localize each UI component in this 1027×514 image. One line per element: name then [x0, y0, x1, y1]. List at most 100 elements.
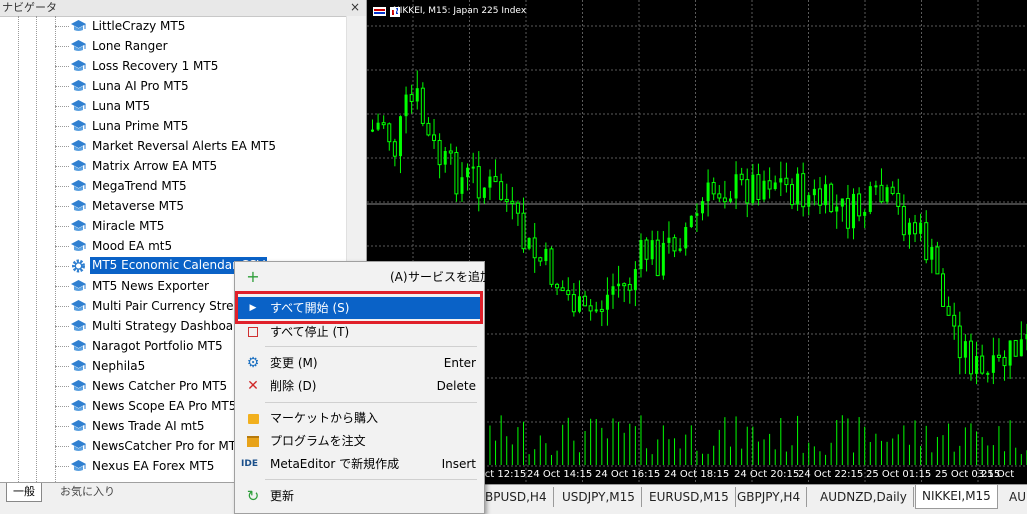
time-axis-label: 24 Oct 20:15	[734, 469, 799, 480]
ea-cap-icon	[70, 158, 87, 174]
ea-cap-icon	[70, 198, 87, 214]
menu-label: プログラムを注文	[270, 434, 366, 448]
candle-body	[907, 222, 911, 235]
candle-body	[739, 173, 744, 181]
ea-cap-icon	[70, 438, 87, 454]
candle-body	[1013, 339, 1018, 357]
tree-item[interactable]: Luna Prime MT5	[55, 116, 345, 136]
shopping-bag-icon	[245, 410, 261, 426]
candle-body	[510, 200, 515, 204]
play-icon: ▶	[249, 303, 257, 313]
menu-item-modify[interactable]: ⚙ 変更 (M) Enter	[237, 352, 482, 374]
tree-item-label: Lone Ranger	[92, 39, 168, 53]
candle-body	[538, 257, 543, 262]
ea-cap-icon	[70, 218, 87, 234]
candle-body	[722, 197, 727, 203]
candle-body	[801, 173, 806, 208]
service-gear-icon	[70, 258, 87, 274]
candle-body	[571, 294, 576, 313]
chart-tab[interactable]: GBPJPY,H4	[731, 487, 808, 507]
candle-body	[717, 193, 722, 199]
candle-body	[387, 123, 392, 143]
chart-tab[interactable]: USDJPY,M15	[556, 487, 642, 507]
menu-item-new-metaeditor[interactable]: IDE MetaEditor で新規作成 Insert	[237, 453, 482, 475]
candle-body	[443, 150, 447, 165]
tree-item[interactable]: Market Reversal Alerts EA MT5	[55, 136, 345, 156]
chart-tab-active[interactable]: NIKKEI,M15	[915, 485, 998, 509]
tree-item[interactable]: LittleCrazy MT5	[55, 16, 345, 36]
candle-body	[655, 239, 660, 277]
menu-label: すべて開始 (S)	[270, 301, 350, 315]
menu-shortcut: Insert	[441, 457, 476, 471]
tree-item[interactable]: Loss Recovery 1 MT5	[55, 56, 345, 76]
chart-tab[interactable]: AU	[1003, 487, 1027, 507]
gear-icon: ⚙	[246, 355, 260, 371]
candle-body	[885, 187, 889, 202]
menu-shortcut: Enter	[443, 356, 476, 370]
chart-tab[interactable]: BPUSD,H4	[479, 487, 554, 507]
candle-body	[930, 246, 934, 260]
candle-body	[789, 184, 794, 206]
ea-cap-icon	[70, 138, 87, 154]
candle-body	[644, 239, 649, 260]
menu-label: 変更 (M)	[270, 356, 318, 370]
menu-item-delete[interactable]: ✕ 削除 (D) Delete	[237, 375, 482, 397]
tree-item-label: Luna MT5	[92, 99, 151, 113]
ea-cap-icon	[70, 378, 87, 394]
tab-favorites[interactable]: お気に入り	[54, 483, 121, 501]
candle-body	[935, 246, 940, 275]
menu-item-stop-all[interactable]: すべて停止 (T)	[237, 321, 482, 343]
candle-body	[824, 184, 828, 206]
menu-item-order-program[interactable]: プログラムを注文	[237, 430, 482, 452]
tree-item[interactable]: MegaTrend MT5	[55, 176, 345, 196]
tree-item[interactable]: Lone Ranger	[55, 36, 345, 56]
candle-body	[773, 182, 777, 190]
candle-body	[1002, 356, 1007, 367]
ea-cap-icon	[70, 78, 87, 94]
tab-general[interactable]: 一般	[6, 483, 42, 502]
candle-body	[924, 222, 929, 261]
candle-body	[371, 129, 374, 132]
candle-body	[701, 201, 704, 214]
menu-label: 削除 (D)	[270, 379, 317, 393]
menu-label: すべて停止 (T)	[270, 325, 350, 339]
candle-body	[840, 198, 844, 207]
tree-item[interactable]: Matrix Arrow EA MT5	[55, 156, 345, 176]
tree-item-label: News Scope EA Pro MT5	[92, 399, 237, 413]
candle-body	[583, 295, 588, 307]
ea-cap-icon	[70, 98, 87, 114]
ea-cap-icon	[70, 118, 87, 134]
candle-body	[650, 240, 654, 260]
tree-item-label: Matrix Arrow EA MT5	[92, 159, 218, 173]
chart-tab[interactable]: AUDNZD,Daily	[814, 487, 914, 507]
chart-tab[interactable]: EURUSD,M15	[643, 487, 736, 507]
refresh-icon: ↻	[246, 487, 260, 505]
candle-body	[829, 183, 834, 213]
tree-item-label: Nephila5	[92, 359, 146, 373]
menu-item-buy-market[interactable]: マーケットから購入	[237, 407, 482, 429]
candle-body	[515, 202, 520, 214]
menu-item-start-all[interactable]: ▶ すべて開始 (S)	[237, 297, 482, 319]
tree-item[interactable]: Luna MT5	[55, 96, 345, 116]
candle-body	[639, 240, 643, 270]
candle-body	[751, 174, 755, 203]
tree-item-label: Miracle MT5	[92, 219, 165, 233]
menu-label: 更新	[270, 489, 295, 503]
menu-separator	[265, 346, 477, 347]
tree-item[interactable]: Mood EA mt5	[55, 236, 345, 256]
candle-body	[845, 197, 850, 229]
ea-cap-icon	[70, 18, 87, 34]
close-icon[interactable]: ×	[350, 0, 360, 15]
tree-item[interactable]: Luna AI Pro MT5	[55, 76, 345, 96]
candle-body	[622, 283, 627, 287]
candle-body	[796, 173, 800, 205]
plus-icon: +	[246, 267, 260, 286]
menu-item-refresh[interactable]: ↻ 更新	[237, 485, 482, 507]
tree-item[interactable]: Miracle MT5	[55, 216, 345, 236]
candle-body	[762, 180, 766, 200]
tree-item[interactable]: Metaverse MT5	[55, 196, 345, 216]
candle-body	[784, 177, 789, 186]
menu-item-add-service[interactable]: + (A) サービスを追加	[237, 266, 492, 288]
tree-item-label: Loss Recovery 1 MT5	[92, 59, 219, 73]
chart-window-icon	[373, 7, 386, 16]
